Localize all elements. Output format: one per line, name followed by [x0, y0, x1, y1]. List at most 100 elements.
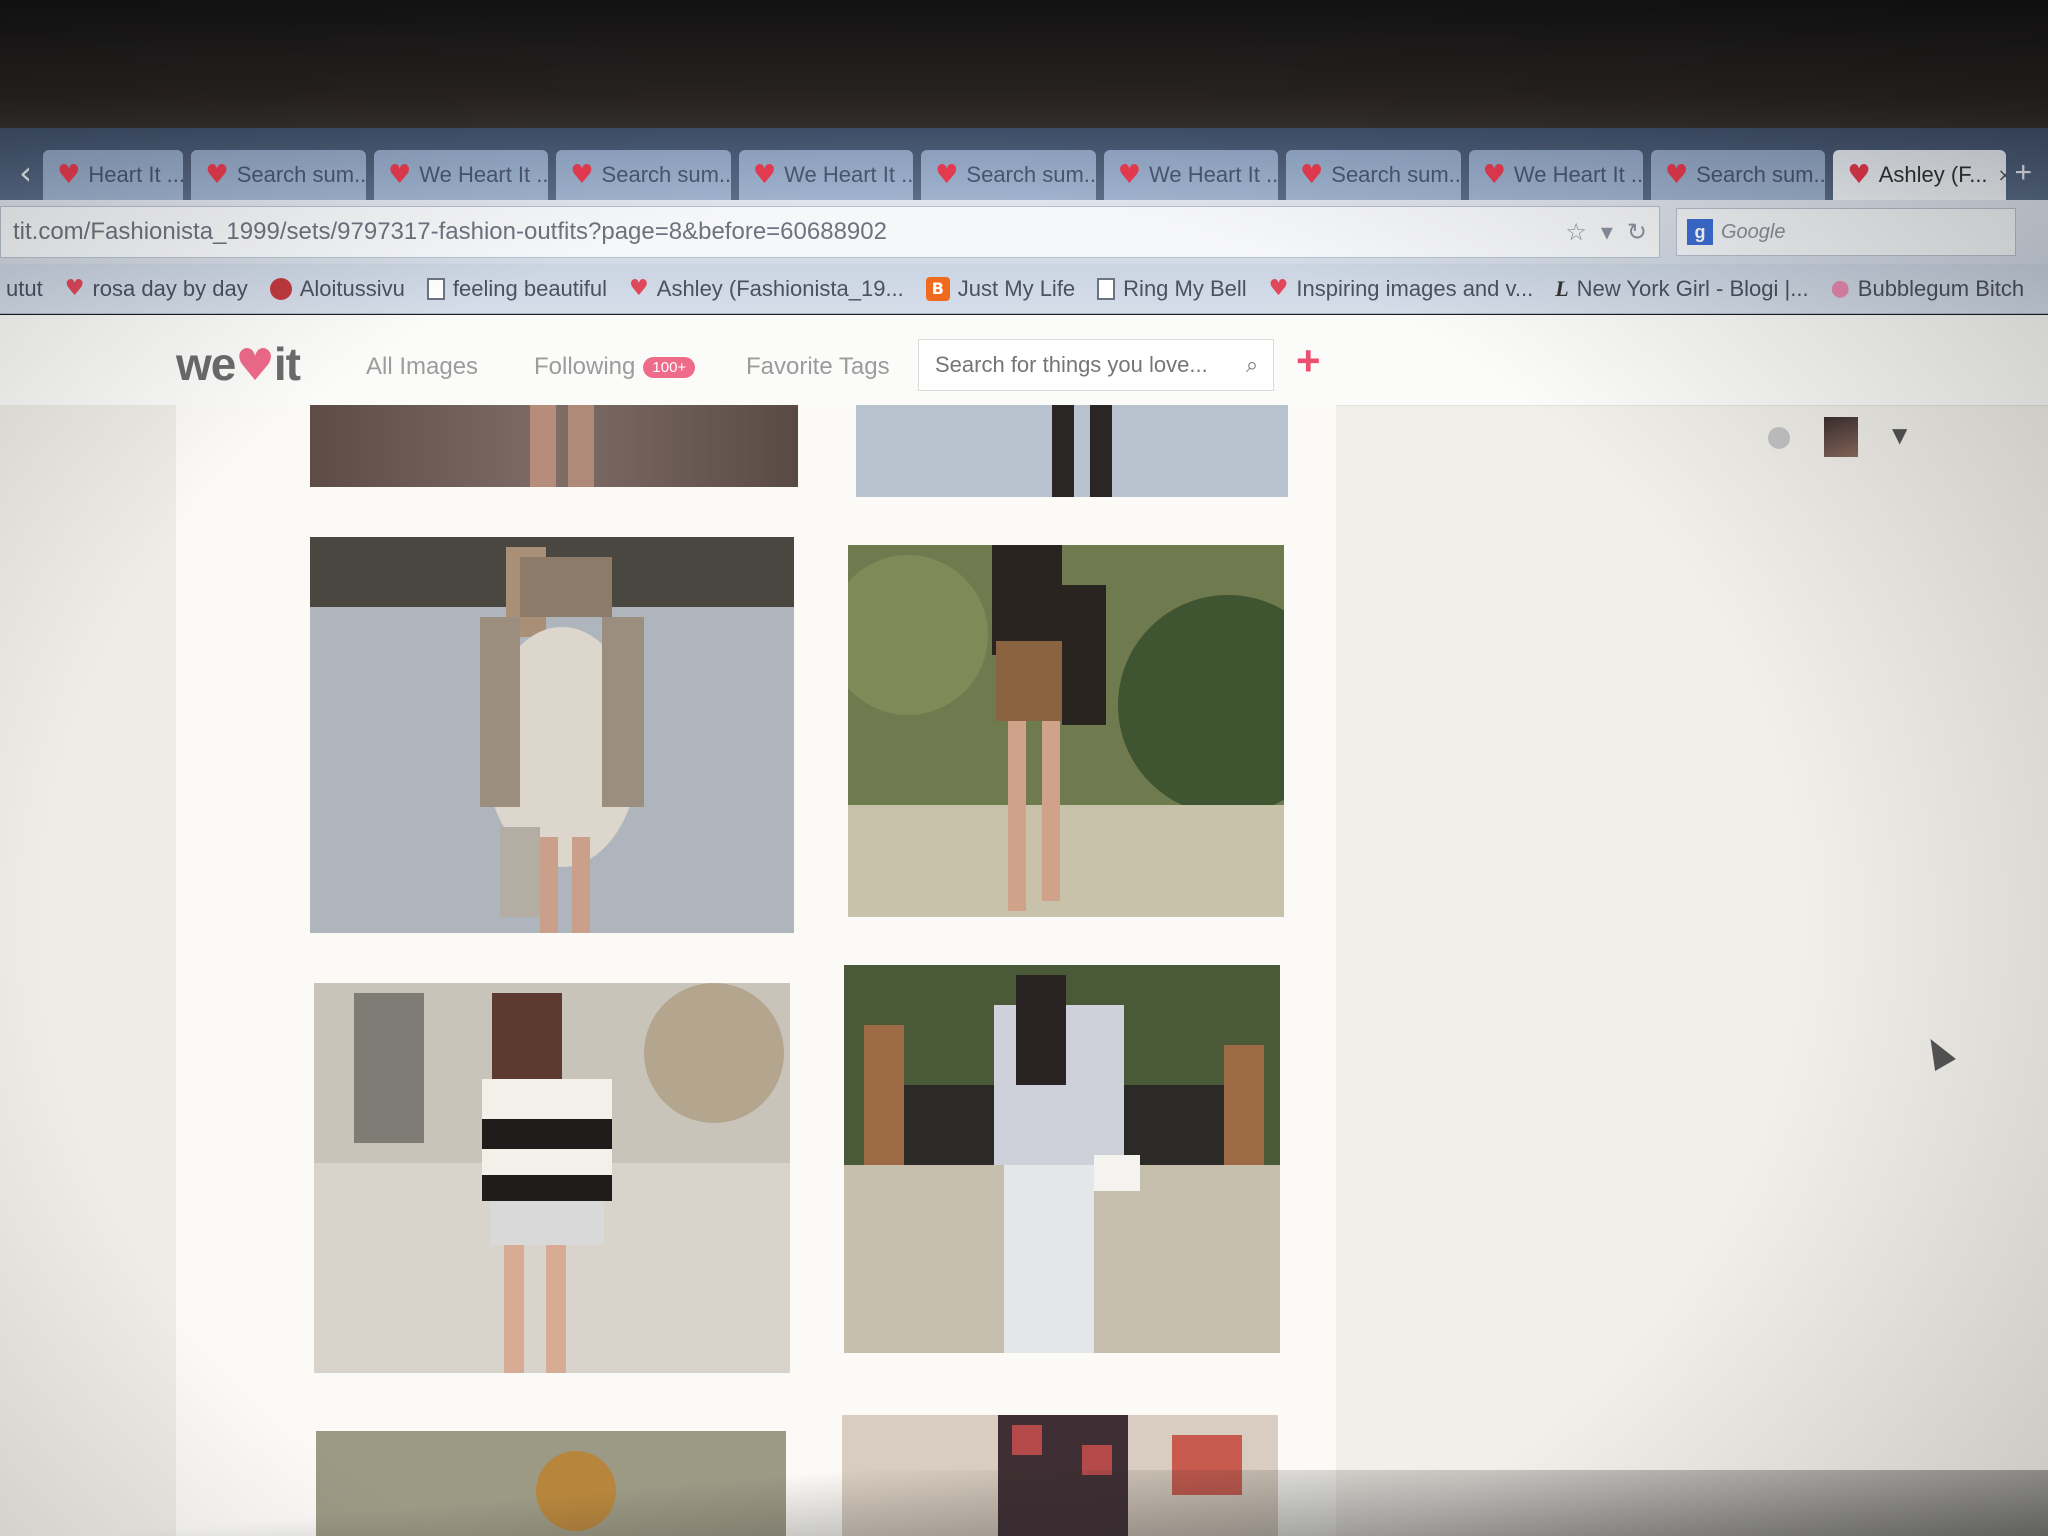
image-card[interactable] [844, 965, 1280, 1353]
following-count-badge: 100+ [643, 357, 696, 379]
image-card[interactable] [310, 537, 794, 933]
weheartit-favicon-icon: ♥ [935, 160, 959, 190]
bookmarks-bar: utut ♥ rosa day by day Aloitussivu feelin… [0, 264, 2048, 314]
outfit-photo [314, 983, 790, 1373]
image-grid-column [176, 405, 1336, 1536]
search-icon[interactable]: ⌕ [1231, 353, 1273, 378]
web-page: we♥it All Images Following 100+ Favorite … [0, 315, 2048, 1536]
globe-icon [269, 277, 292, 300]
browser-tab[interactable]: ♥ We Heart It ... [373, 150, 549, 200]
browser-tab[interactable]: ♥ We Heart It ... [738, 150, 914, 200]
browser-tab[interactable]: ♥ Search sum... [556, 150, 731, 200]
outfit-photo [310, 405, 798, 487]
new-tab-button[interactable]: + [2014, 146, 2032, 200]
bookmark-label: feeling beautiful [452, 275, 608, 301]
bookmark-item[interactable]: Aloitussivu [269, 275, 405, 302]
nav-favorite-tags[interactable]: Favorite Tags [746, 353, 890, 381]
google-engine-icon[interactable]: g [1687, 219, 1713, 245]
logo-heart-icon: ♥ [235, 340, 274, 391]
outfit-photo [316, 1431, 786, 1536]
tab-label: Search sum... [601, 162, 731, 187]
history-dropdown-icon[interactable]: ▾ [1601, 218, 1613, 246]
address-bar[interactable]: tit.com/Fashionista_1999/sets/9797317-fa… [0, 206, 1660, 258]
tab-scroll-left-icon[interactable]: ‹ [8, 146, 43, 200]
avatar[interactable] [1824, 417, 1858, 457]
heart-icon: ♥ [1268, 276, 1289, 301]
weheartit-favicon-icon: ♥ [752, 160, 777, 190]
mouse-cursor-icon [1920, 1033, 1956, 1071]
image-card[interactable] [310, 405, 798, 487]
logo-it: it [273, 338, 301, 390]
browser-tab[interactable]: ♥ Search sum... [1650, 150, 1826, 200]
browser-tab[interactable]: ♥ Heart It ... [43, 150, 184, 200]
bookmark-item[interactable]: Ring My Bell [1097, 275, 1247, 302]
navigation-toolbar: tit.com/Fashionista_1999/sets/9797317-fa… [0, 200, 2048, 264]
blogger-icon: B [925, 276, 950, 301]
bookmark-label: Inspiring images and v... [1296, 275, 1534, 301]
tab-label: We Heart It ... [419, 162, 549, 187]
browser-tab[interactable]: ♥ Search sum... [921, 150, 1096, 200]
image-card[interactable] [314, 983, 790, 1373]
bookmark-item[interactable]: ♥ Inspiring images and v... [1269, 276, 1534, 302]
outfit-photo [856, 405, 1288, 497]
tab-label: Search sum... [236, 162, 366, 187]
weheartit-favicon-icon: ♥ [1847, 160, 1871, 190]
browser-tab[interactable]: ♥ Search sum... [191, 150, 366, 200]
bookmark-label: Aloitussivu [299, 275, 405, 301]
browser-search-box[interactable]: g Google [1676, 208, 2016, 256]
browser-tab[interactable]: ♥ Search sum... [1285, 150, 1461, 200]
left-gutter [0, 405, 176, 1536]
bookmark-label: Bubblegum Bitch [1857, 275, 2025, 301]
outfit-photo [844, 965, 1280, 1353]
bookmark-label: utut [6, 275, 43, 301]
weheartit-favicon-icon: ♥ [1117, 160, 1142, 190]
browser-tab-active[interactable]: ♥ Ashley (F... × [1833, 150, 2007, 200]
heart-icon: ♥ [64, 276, 85, 301]
image-card[interactable] [842, 1415, 1278, 1536]
tab-label: Ashley (F... [1878, 162, 1988, 187]
nav-following-label: Following [534, 353, 636, 380]
site-search-box: ⌕ [918, 339, 1274, 391]
weheartit-favicon-icon: ♥ [205, 160, 229, 190]
bookmark-item[interactable]: feeling beautiful [426, 275, 608, 302]
nav-all-images[interactable]: All Images [366, 353, 478, 381]
browser-tab[interactable]: ♥ We Heart It ... [1468, 150, 1643, 200]
bookmark-item[interactable]: B Just My Life [925, 276, 1075, 302]
heart-icon: ♥ [629, 276, 649, 301]
add-image-button[interactable]: + [1296, 337, 1321, 385]
reload-icon[interactable]: ↻ [1627, 218, 1647, 246]
bookmark-item[interactable]: ♥ rosa day by day [65, 276, 248, 302]
chevron-down-icon[interactable]: ▼ [1892, 423, 1907, 447]
bookmark-star-icon[interactable]: ☆ [1565, 218, 1587, 246]
bookmark-item[interactable]: utut [6, 276, 43, 302]
outfit-photo [848, 545, 1284, 917]
image-card[interactable] [316, 1431, 786, 1536]
tab-label: Heart It ... [88, 162, 184, 187]
bookmark-item[interactable]: ● Bubblegum Bitch [1831, 276, 2025, 302]
bookmark-label: Ring My Bell [1123, 275, 1247, 301]
nav-following[interactable]: Following 100+ [534, 353, 696, 381]
notifications-icon[interactable] [1768, 427, 1790, 449]
image-card[interactable] [856, 405, 1288, 497]
bookmark-label: New York Girl - Blogi |... [1576, 275, 1809, 301]
page-icon [426, 277, 445, 300]
weheartit-logo[interactable]: we♥it [176, 337, 301, 391]
weheartit-favicon-icon: ♥ [57, 160, 81, 190]
page-icon [1097, 277, 1116, 300]
image-card[interactable] [848, 545, 1284, 917]
browser-tab-strip: ‹ ♥ Heart It ... ♥ Search sum... ♥ We Heart… [0, 128, 2048, 200]
bookmark-item[interactable]: ♥ Ashley (Fashionista_19... [629, 276, 904, 302]
logo-we: we [176, 338, 236, 390]
weheartit-favicon-icon: ♥ [1482, 160, 1506, 190]
bookmark-label: Ashley (Fashionista_19... [656, 275, 904, 301]
blob-icon: ● [1830, 276, 1850, 301]
bookmark-item[interactable]: L New York Girl - Blogi |... [1555, 276, 1808, 302]
l-icon: L [1555, 275, 1569, 301]
bookmark-label: rosa day by day [92, 275, 248, 301]
outfit-photo [310, 537, 794, 933]
site-search-input[interactable] [933, 351, 1231, 379]
close-tab-icon[interactable]: × [1998, 165, 2007, 186]
search-engine-placeholder: Google [1721, 220, 1786, 243]
browser-tab[interactable]: ♥ We Heart It ... [1103, 150, 1278, 200]
tab-label: We Heart It ... [1149, 162, 1278, 187]
